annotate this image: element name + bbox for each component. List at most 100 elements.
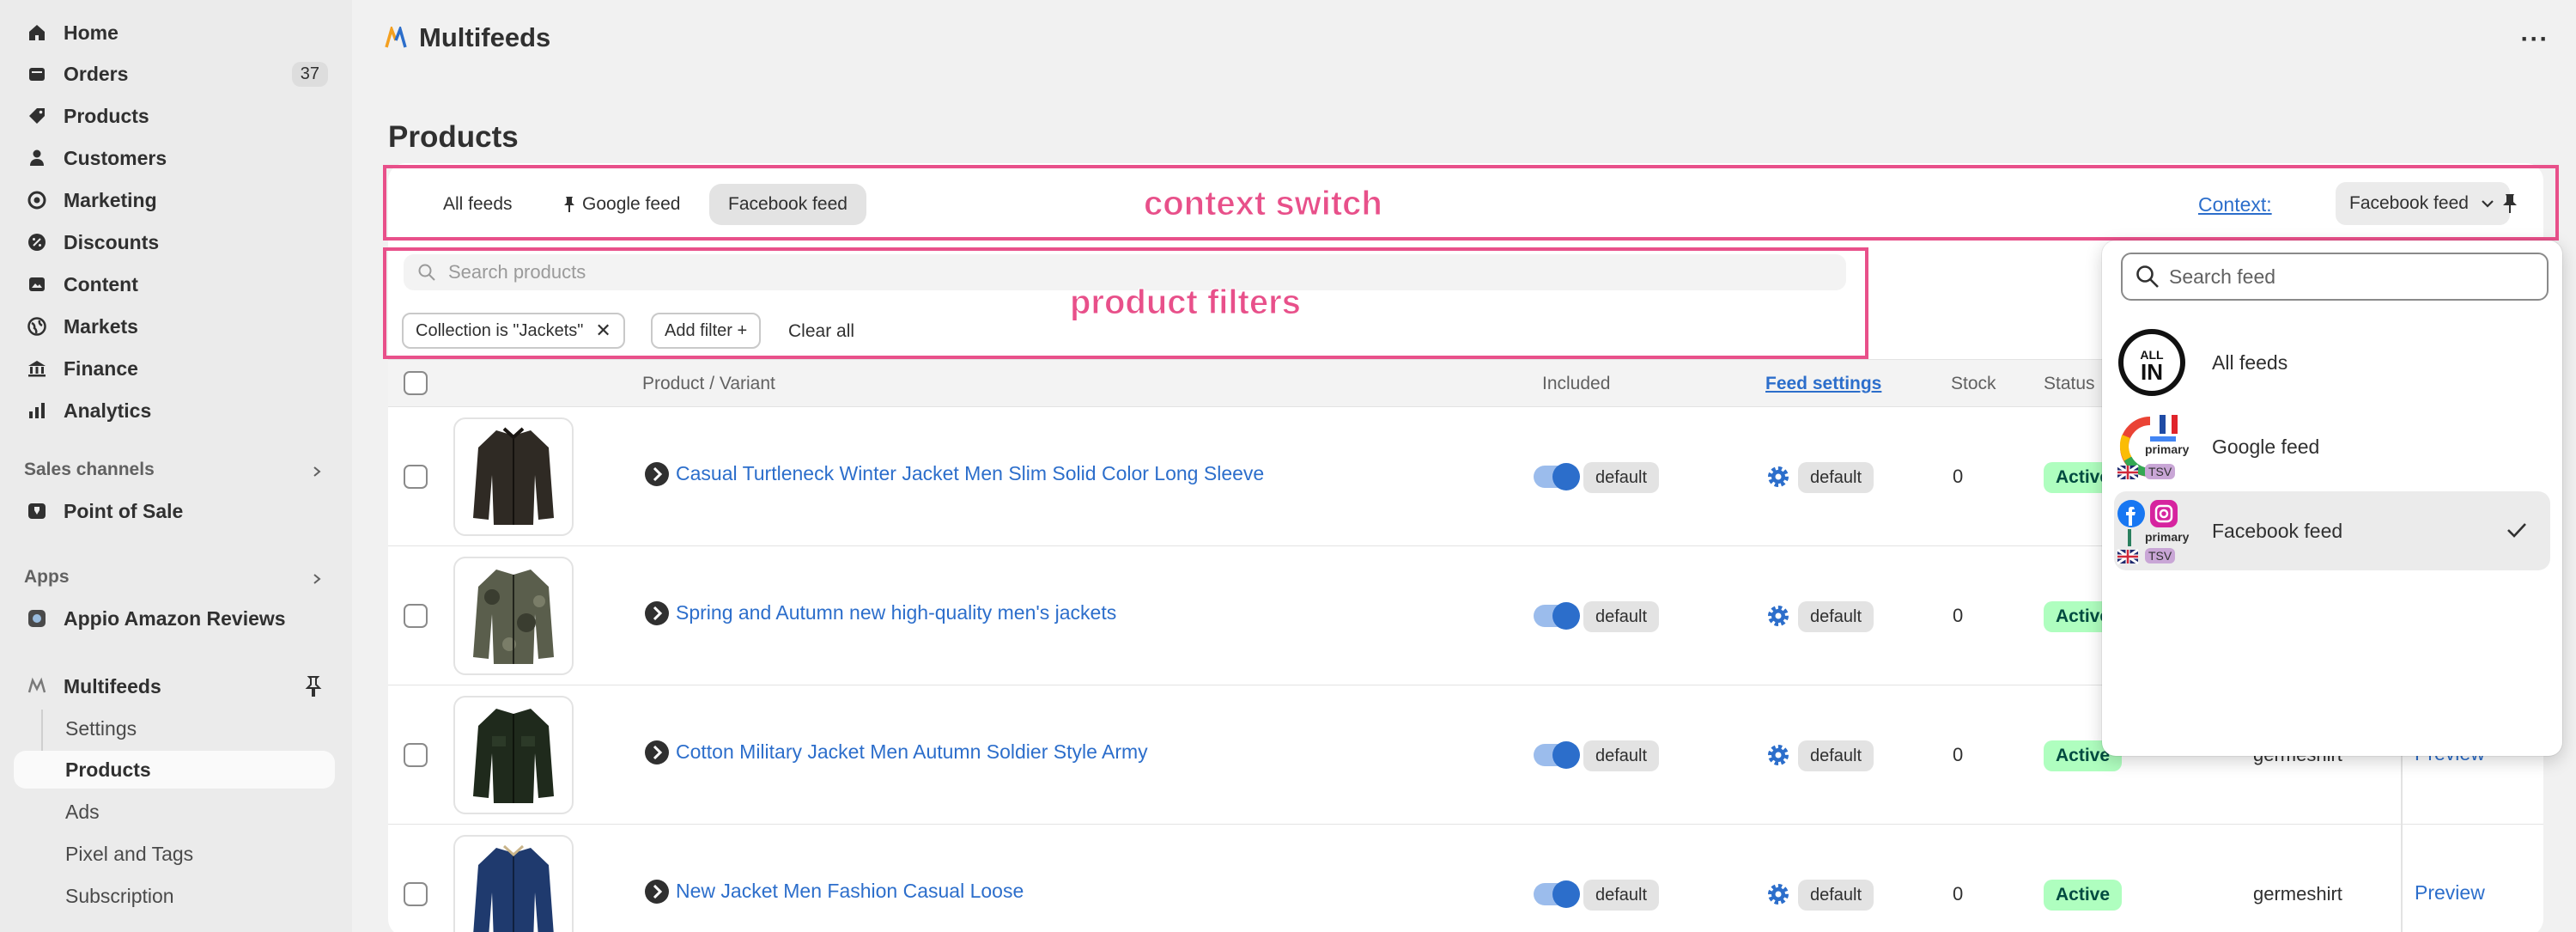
gear-icon[interactable] xyxy=(1765,603,1791,629)
included-toggle[interactable] xyxy=(1534,741,1580,769)
more-actions-button[interactable]: ··· xyxy=(2518,24,2552,55)
expand-row-icon[interactable] xyxy=(644,740,670,765)
sidebar-item-content[interactable]: Content xyxy=(14,265,335,303)
sidebar-item-multifeeds[interactable]: Multifeeds xyxy=(14,667,335,705)
sidebar-item-label: Marketing xyxy=(64,188,157,211)
sidebar-subitem-subscription[interactable]: Subscription xyxy=(14,877,335,915)
sidebar-item-label: Content xyxy=(64,272,138,295)
stock-value: 0 xyxy=(1953,883,1964,905)
sidebar-item-label: Appio Amazon Reviews xyxy=(64,606,286,630)
row-checkbox[interactable] xyxy=(404,465,428,489)
feed-option-google-feed[interactable]: primary TSV Google feed xyxy=(2114,407,2550,486)
feed-search[interactable] xyxy=(2121,253,2549,301)
sidebar-item-label: Markets xyxy=(64,314,138,338)
google-icon: primary TSV xyxy=(2116,411,2193,483)
sidebar-item-discounts[interactable]: Discounts xyxy=(14,223,335,261)
checkmark-icon xyxy=(2507,523,2526,538)
gear-icon[interactable] xyxy=(1765,881,1791,907)
sidebar-subitem-settings[interactable]: Settings xyxy=(14,710,335,747)
sidebar-item-label: Discounts xyxy=(64,230,160,253)
stock-value: 0 xyxy=(1953,744,1964,765)
sidebar-item-customers[interactable]: Customers xyxy=(14,139,335,177)
feed-option-label: Google feed xyxy=(2212,435,2320,458)
included-badge: default xyxy=(1583,880,1660,911)
preview-link[interactable]: Preview xyxy=(2415,881,2485,905)
vendor-value: germeshirt xyxy=(2253,883,2342,905)
apps-heading[interactable]: Apps xyxy=(24,567,70,588)
product-filters-annotation-label: product filters xyxy=(1070,283,1302,322)
search-icon xyxy=(2136,265,2159,288)
sidebar-item-marketing[interactable]: Marketing xyxy=(14,181,335,219)
included-badge: default xyxy=(1583,740,1660,771)
bank-icon xyxy=(26,357,48,380)
sidebar-item-label: Finance xyxy=(64,356,138,380)
sidebar-subitem-ads[interactable]: Ads xyxy=(14,793,335,831)
feed-option-label: Facebook feed xyxy=(2212,519,2343,542)
jacket-image xyxy=(473,709,554,803)
sidebar-subitem-pixel-and-tags[interactable]: Pixel and Tags xyxy=(14,835,335,873)
chevron-right-icon[interactable] xyxy=(311,573,323,585)
included-badge: default xyxy=(1583,601,1660,632)
home-icon xyxy=(26,21,48,44)
pin-icon[interactable] xyxy=(304,675,323,697)
table-row[interactable]: New Jacket Men Fashion Casual Loose defa… xyxy=(388,825,2543,932)
row-checkbox[interactable] xyxy=(404,882,428,906)
product-link[interactable]: Casual Turtleneck Winter Jacket Men Slim… xyxy=(676,462,1264,485)
sidebar-item-products[interactable]: Products xyxy=(14,97,335,135)
toggle-knob xyxy=(1552,602,1580,630)
stock-value: 0 xyxy=(1953,605,1964,626)
feed-settings-badge: default xyxy=(1798,462,1874,493)
product-thumbnail xyxy=(453,417,574,536)
select-all-checkbox[interactable] xyxy=(404,371,428,395)
format-badge: TSV xyxy=(2145,464,2176,479)
feed-option-facebook-feed[interactable]: primary TSV Facebook feed xyxy=(2114,491,2550,570)
product-thumbnail xyxy=(453,557,574,675)
column-feed-settings[interactable]: Feed settings xyxy=(1765,374,1881,394)
chevron-right-icon[interactable] xyxy=(311,466,323,478)
included-toggle[interactable] xyxy=(1534,602,1580,630)
sidebar-item-label: Orders xyxy=(64,62,129,85)
status-badge: Active xyxy=(2044,880,2123,911)
expand-row-icon[interactable] xyxy=(644,600,670,626)
sidebar: Home Orders 37 Products Customers Market… xyxy=(0,0,352,932)
sidebar-item-analytics[interactable]: Analytics xyxy=(14,392,335,429)
row-checkbox[interactable] xyxy=(404,743,428,767)
feed-search-input[interactable] xyxy=(2169,265,2530,289)
included-toggle[interactable] xyxy=(1534,880,1580,908)
sidebar-item-point-of-sale[interactable]: Point of Sale xyxy=(14,492,335,530)
sidebar-item-label: Products xyxy=(64,104,149,127)
product-link[interactable]: Spring and Autumn new high-quality men's… xyxy=(676,601,1116,624)
multifeeds-logo-icon xyxy=(385,27,407,48)
included-toggle[interactable] xyxy=(1534,463,1580,490)
sidebar-item-home[interactable]: Home xyxy=(14,14,335,52)
feed-option-label: All feeds xyxy=(2212,350,2288,374)
chart-icon xyxy=(26,399,48,422)
appio-icon xyxy=(26,607,48,630)
expand-row-icon[interactable] xyxy=(644,461,670,487)
context-switch-annotation-box xyxy=(383,165,2559,241)
gear-icon[interactable] xyxy=(1765,742,1791,768)
sidebar-item-finance[interactable]: Finance xyxy=(14,350,335,387)
target-icon xyxy=(26,189,48,211)
tag-icon xyxy=(26,105,48,127)
product-link[interactable]: Cotton Military Jacket Men Autumn Soldie… xyxy=(676,740,1148,764)
row-checkbox[interactable] xyxy=(404,604,428,628)
jacket-image xyxy=(473,427,554,525)
feed-option-all-feeds[interactable]: ALL IN All feeds xyxy=(2114,323,2550,402)
page-title: Products xyxy=(388,120,519,154)
orders-icon xyxy=(26,63,48,85)
toggle-knob xyxy=(1552,741,1580,769)
product-link[interactable]: New Jacket Men Fashion Casual Loose xyxy=(676,880,1024,903)
sidebar-item-label: Customers xyxy=(64,146,167,169)
sidebar-item-label: Analytics xyxy=(64,399,152,422)
sidebar-item-appio-amazon-reviews[interactable]: Appio Amazon Reviews xyxy=(14,600,335,637)
sidebar-subitem-products[interactable]: Products xyxy=(14,751,335,789)
expand-row-icon[interactable] xyxy=(644,879,670,905)
facebook-instagram-icon: primary TSV xyxy=(2116,495,2189,567)
sidebar-item-orders[interactable]: Orders 37 xyxy=(14,55,335,93)
jacket-image xyxy=(473,570,554,664)
globe-icon xyxy=(26,315,48,338)
sidebar-item-markets[interactable]: Markets xyxy=(14,308,335,345)
sales-channels-heading[interactable]: Sales channels xyxy=(24,460,155,480)
gear-icon[interactable] xyxy=(1765,464,1791,490)
